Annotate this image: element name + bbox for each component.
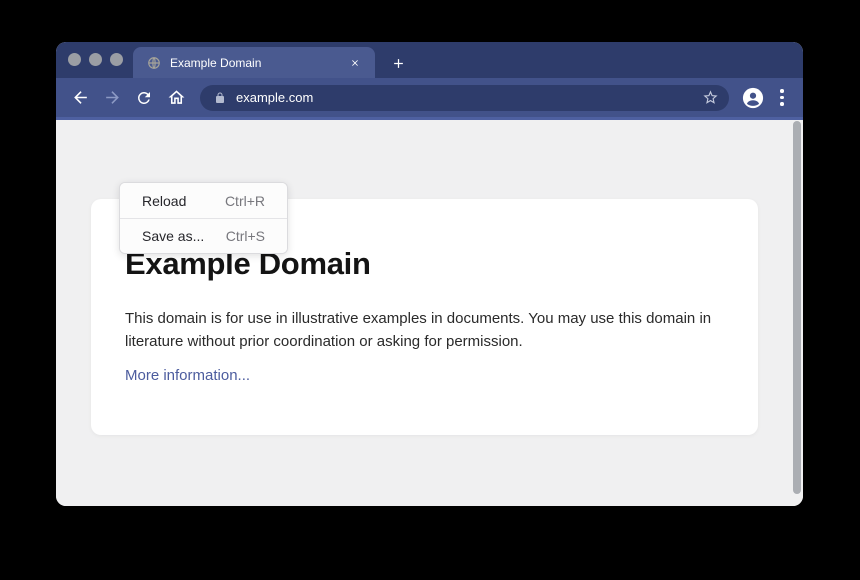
reload-button[interactable] [130,84,158,112]
lock-icon [214,92,226,104]
context-menu-item-save-as[interactable]: Save as... Ctrl+S [120,218,287,253]
tab-close-icon[interactable] [347,55,363,71]
globe-favicon-icon [147,56,161,70]
menu-item-shortcut: Ctrl+R [225,193,265,209]
tab-title: Example Domain [170,56,347,70]
menu-item-shortcut: Ctrl+S [226,228,265,244]
back-button[interactable] [66,84,94,112]
menu-item-label: Reload [142,193,186,209]
scrollbar-thumb[interactable] [793,121,801,494]
home-icon [167,88,186,107]
forward-arrow-icon [103,88,122,107]
profile-avatar-icon[interactable] [742,87,764,109]
back-arrow-icon [71,88,90,107]
title-bar: Example Domain [56,42,803,78]
browser-window: Example Domain [56,42,803,506]
reload-icon [135,89,153,107]
page-content: Example Domain This domain is for use in… [56,120,803,506]
home-button[interactable] [162,84,190,112]
page-paragraph: This domain is for use in illustrative e… [125,307,715,353]
window-maximize-button[interactable] [110,53,123,66]
address-bar[interactable]: example.com [200,85,729,111]
new-tab-button[interactable] [386,51,410,75]
browser-menu-icon[interactable] [775,89,789,106]
browser-toolbar: example.com [56,78,803,120]
bookmark-star-icon[interactable] [702,89,719,106]
context-menu-item-reload[interactable]: Reload Ctrl+R [120,183,287,218]
forward-button[interactable] [98,84,126,112]
context-menu: Reload Ctrl+R Save as... Ctrl+S [119,182,288,254]
window-close-button[interactable] [68,53,81,66]
url-text[interactable]: example.com [236,90,702,105]
more-information-link[interactable]: More information... [125,367,250,384]
menu-item-label: Save as... [142,228,204,244]
browser-tab[interactable]: Example Domain [133,47,375,78]
window-minimize-button[interactable] [89,53,102,66]
